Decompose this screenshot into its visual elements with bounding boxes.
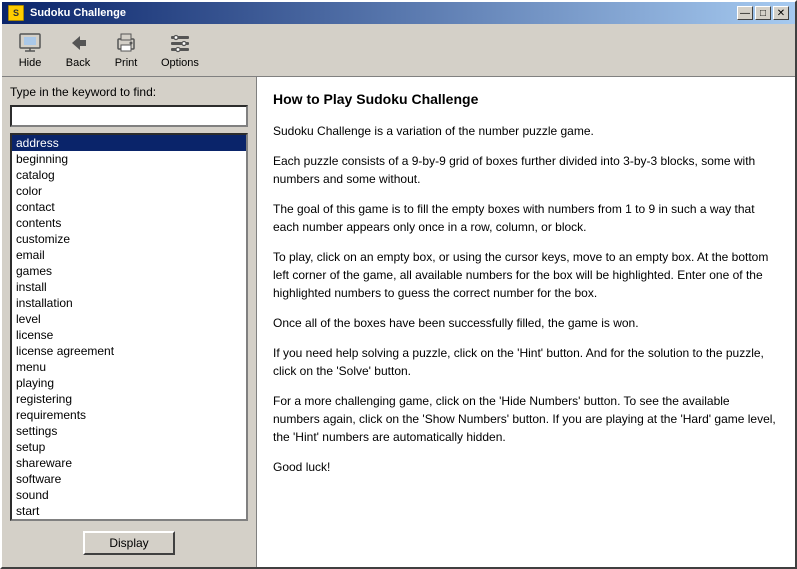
keyword-item-menu[interactable]: menu [12, 359, 246, 375]
print-icon [114, 31, 138, 55]
content-paragraph-6: For a more challenging game, click on th… [273, 392, 779, 446]
left-panel: Type in the keyword to find: addressbegi… [2, 77, 257, 567]
keyword-item-games[interactable]: games [12, 263, 246, 279]
search-input[interactable] [10, 105, 248, 127]
main-window: S Sudoku Challenge — □ ✕ Hide [0, 0, 797, 569]
keyword-item-install[interactable]: install [12, 279, 246, 295]
content-paragraph-7: Good luck! [273, 458, 779, 476]
options-button[interactable]: Options [154, 28, 206, 72]
keyword-item-email[interactable]: email [12, 247, 246, 263]
keyword-item-registering[interactable]: registering [12, 391, 246, 407]
search-label: Type in the keyword to find: [10, 85, 248, 99]
content-paragraph-0: Sudoku Challenge is a variation of the n… [273, 122, 779, 140]
content-paragraph-1: Each puzzle consists of a 9-by-9 grid of… [273, 152, 779, 188]
keyword-item-license[interactable]: license [12, 327, 246, 343]
keyword-item-requirements[interactable]: requirements [12, 407, 246, 423]
back-button[interactable]: Back [58, 28, 98, 72]
content-title: How to Play Sudoku Challenge [273, 89, 779, 110]
keyword-item-level[interactable]: level [12, 311, 246, 327]
main-area: Type in the keyword to find: addressbegi… [2, 77, 795, 567]
keyword-item-playing[interactable]: playing [12, 375, 246, 391]
keyword-item-address[interactable]: address [12, 135, 246, 151]
hide-label: Hide [19, 57, 42, 69]
minimize-button[interactable]: — [737, 6, 753, 20]
print-label: Print [115, 57, 138, 69]
keyword-item-contents[interactable]: contents [12, 215, 246, 231]
content-paragraph-2: The goal of this game is to fill the emp… [273, 200, 779, 236]
keyword-item-installation[interactable]: installation [12, 295, 246, 311]
content-paragraph-4: Once all of the boxes have been successf… [273, 314, 779, 332]
options-icon [168, 31, 192, 55]
display-btn-row: Display [10, 527, 248, 559]
content-paragraph-5: If you need help solving a puzzle, click… [273, 344, 779, 380]
title-bar: S Sudoku Challenge — □ ✕ [2, 2, 795, 24]
back-label: Back [66, 57, 90, 69]
content-paragraph-3: To play, click on an empty box, or using… [273, 248, 779, 302]
title-bar-left: S Sudoku Challenge [8, 5, 126, 21]
display-button[interactable]: Display [83, 531, 174, 555]
back-icon [66, 31, 90, 55]
keyword-list: addressbeginningcatalogcolorcontactconte… [10, 133, 248, 521]
keyword-item-shareware[interactable]: shareware [12, 455, 246, 471]
keyword-item-catalog[interactable]: catalog [12, 167, 246, 183]
close-button[interactable]: ✕ [773, 6, 789, 20]
options-label: Options [161, 57, 199, 69]
toolbar: Hide Back Print [2, 24, 795, 77]
right-panel: How to Play Sudoku Challenge Sudoku Chal… [257, 77, 795, 567]
window-title: Sudoku Challenge [30, 7, 126, 19]
hide-icon [18, 31, 42, 55]
keyword-item-license-agreement[interactable]: license agreement [12, 343, 246, 359]
keyword-item-beginning[interactable]: beginning [12, 151, 246, 167]
keyword-item-sound[interactable]: sound [12, 487, 246, 503]
hide-button[interactable]: Hide [10, 28, 50, 72]
keyword-item-customize[interactable]: customize [12, 231, 246, 247]
title-controls: — □ ✕ [737, 6, 789, 20]
keyword-item-color[interactable]: color [12, 183, 246, 199]
keyword-item-settings[interactable]: settings [12, 423, 246, 439]
keyword-item-sudoku[interactable]: sudoku [12, 519, 246, 521]
keyword-item-contact[interactable]: contact [12, 199, 246, 215]
keyword-item-setup[interactable]: setup [12, 439, 246, 455]
keyword-item-software[interactable]: software [12, 471, 246, 487]
maximize-button[interactable]: □ [755, 6, 771, 20]
print-button[interactable]: Print [106, 28, 146, 72]
keyword-item-start[interactable]: start [12, 503, 246, 519]
app-icon: S [8, 5, 24, 21]
